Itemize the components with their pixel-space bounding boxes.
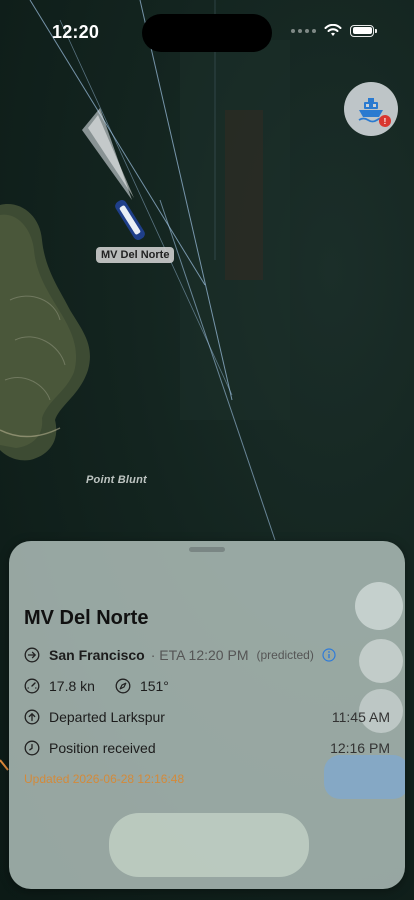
speed-heading-row: 17.8 kn 151° [24, 676, 169, 696]
vessel-detail-sheet[interactable]: MV Del Norte San Francisco · ETA 12:20 P… [9, 541, 405, 889]
compass-icon [115, 678, 131, 694]
position-label: Position received [49, 740, 156, 756]
wifi-icon [324, 24, 342, 36]
vessel-map-label[interactable]: MV Del Norte [96, 247, 175, 263]
updated-timestamp: Updated 2026-06-28 12:16:48 [24, 772, 185, 786]
heading-text: 151° [139, 678, 169, 694]
vessel-marker [115, 200, 145, 240]
status-bar: 12:20 [0, 0, 414, 60]
status-time: 12:20 [52, 22, 100, 42]
eta-predicted-note: (predicted) [256, 648, 314, 662]
eta-text: · ETA 12:20 PM [150, 647, 249, 663]
position-time: 12:16 PM [330, 740, 390, 756]
info-icon[interactable] [322, 648, 336, 662]
arrow-up-circle-icon [24, 709, 40, 725]
clock-icon [24, 740, 40, 756]
destination-row: San Francisco · ETA 12:20 PM (predicted) [24, 645, 336, 665]
destination-text: San Francisco [49, 647, 145, 663]
speedometer-icon [24, 678, 40, 694]
position-row: Position received 12:16 PM [24, 738, 390, 758]
departed-row: Departed Larkspur 11:45 AM [24, 707, 390, 727]
sheet-grabber[interactable] [189, 547, 225, 552]
departed-time: 11:45 AM [331, 709, 390, 725]
alert-badge: ! [379, 115, 391, 127]
ferry-list-button[interactable]: ! [344, 82, 398, 136]
cellular-icon [291, 28, 316, 33]
departed-label: Departed Larkspur [49, 709, 165, 725]
battery-icon [350, 24, 377, 37]
speed-text: 17.8 kn [49, 678, 95, 694]
place-map-label: Point Blunt [86, 474, 147, 486]
arrow-right-circle-icon [24, 647, 40, 663]
status-icons [291, 24, 377, 37]
dynamic-island [142, 14, 272, 52]
vessel-name: MV Del Norte [24, 607, 149, 629]
